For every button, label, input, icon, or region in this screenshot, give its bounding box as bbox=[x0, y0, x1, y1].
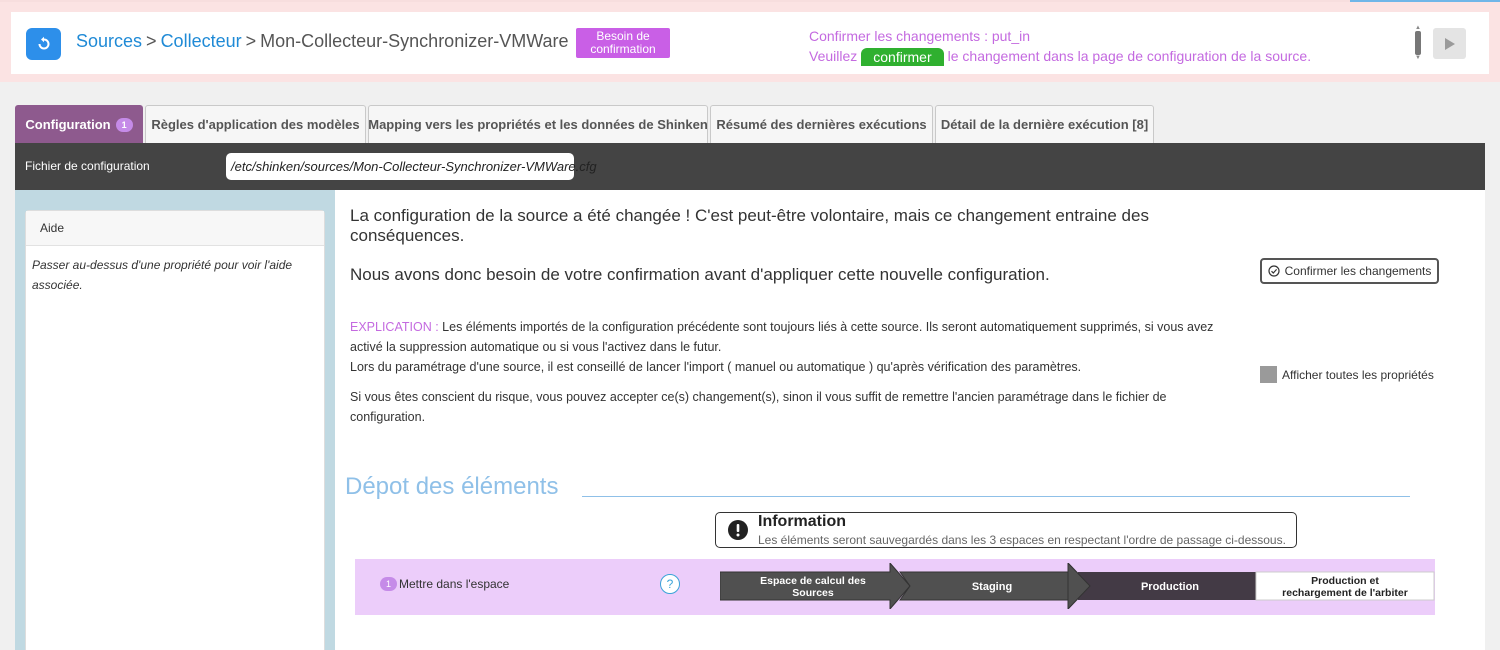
show-all-label: Afficher toutes les propriétés bbox=[1282, 367, 1434, 382]
put-in-space-label: Mettre dans l'espace bbox=[399, 577, 510, 591]
config-file-label: Fichier de configuration bbox=[25, 159, 150, 173]
need-confirmation-text: Nous avons donc besoin de votre confirma… bbox=[350, 265, 1050, 284]
change-warning: La configuration de la source a été chan… bbox=[350, 206, 1149, 245]
space-steps: Espace de calcul des Sources Staging Pro… bbox=[719, 561, 1435, 611]
explanation-block: EXPLICATION : Les éléments importés de l… bbox=[350, 317, 1230, 437]
tab-label: Configuration bbox=[25, 117, 111, 132]
help-panel: Aide Passer au-dessus d'une propriété po… bbox=[25, 210, 325, 650]
config-file-path: /etc/shinken/sources/Mon-Collecteur-Sync… bbox=[226, 153, 597, 180]
depot-section-title: Dépot des éléments bbox=[345, 473, 559, 500]
status-badge: Besoin de confirmation bbox=[576, 28, 670, 58]
tab-execution-summary[interactable]: Résumé des dernières exécutions bbox=[710, 105, 933, 143]
scroll-down-icon[interactable]: ▼ bbox=[1414, 55, 1422, 61]
information-box: Information Les éléments seront sauvegar… bbox=[715, 512, 1297, 548]
tab-label: Résumé des dernières exécutions bbox=[716, 117, 927, 132]
tab-configuration[interactable]: Configuration 1 bbox=[15, 105, 143, 143]
section-divider bbox=[582, 496, 1410, 497]
config-file-bar: Fichier de configuration /etc/shinken/so… bbox=[15, 143, 1485, 190]
notice-line2-before: Veuillez bbox=[809, 48, 858, 64]
notice-line1: Confirmer les changements : put_in bbox=[809, 28, 1030, 44]
step-label: Production bbox=[1141, 581, 1199, 593]
header-bar: Sources > Collecteur > Mon-Collecteur-Synchr… bbox=[11, 12, 1489, 74]
step-label: Espace de calcul des bbox=[760, 575, 866, 587]
information-text: Les éléments seront sauvegardés dans les… bbox=[758, 533, 1286, 547]
confirm-button[interactable]: confirmer bbox=[861, 48, 944, 67]
breadcrumb-separator: > bbox=[245, 31, 257, 51]
confirm-changes-button[interactable]: Confirmer les changements bbox=[1260, 258, 1439, 284]
tab-count-badge: 1 bbox=[115, 117, 133, 132]
confirmation-notice: Confirmer les changements : put_in Veuil… bbox=[809, 26, 1312, 67]
notice-line2-after: le changement dans la page de configurat… bbox=[947, 48, 1312, 64]
notice-scrollbar[interactable]: ▲ ▼ bbox=[1414, 25, 1422, 61]
step-label: rechargement de l'arbiter bbox=[1282, 587, 1408, 599]
tab-label: Mapping vers les propriétés et les donné… bbox=[368, 117, 708, 132]
tab-label: Règles d'application des modèles bbox=[151, 117, 360, 132]
breadcrumb: Sources > Collecteur > Mon-Collecteur-Synchr… bbox=[76, 31, 569, 52]
check-circle-icon bbox=[1268, 265, 1280, 277]
show-all-checkbox[interactable] bbox=[1260, 366, 1277, 383]
risk-text: Si vous êtes conscient du risque, vous p… bbox=[350, 390, 1167, 424]
explanation-label: EXPLICATION : bbox=[350, 320, 439, 334]
step-label: Staging bbox=[972, 581, 1012, 593]
step-label: Production et bbox=[1311, 575, 1379, 587]
tab-label: Détail de la dernière exécution [8] bbox=[940, 117, 1149, 132]
tab-last-execution-detail[interactable]: Détail de la dernière exécution [8] bbox=[935, 105, 1154, 143]
put-in-space-row: 1 Mettre dans l'espace ? Espace de calcu… bbox=[355, 559, 1435, 615]
breadcrumb-sources-link[interactable]: Sources bbox=[76, 31, 142, 51]
help-panel-title: Aide bbox=[26, 211, 324, 246]
reload-button[interactable] bbox=[26, 28, 61, 60]
help-icon[interactable]: ? bbox=[660, 574, 680, 594]
breadcrumb-current: Mon-Collecteur-Synchronizer-VMWare bbox=[260, 31, 569, 51]
explanation-text: Les éléments importés de la configuratio… bbox=[350, 320, 1214, 354]
main-content: La configuration de la source a été chan… bbox=[335, 190, 1485, 650]
row-number-badge: 1 bbox=[380, 577, 397, 591]
refresh-icon bbox=[38, 36, 49, 50]
header-wrap: Sources > Collecteur > Mon-Collecteur-Synchr… bbox=[0, 2, 1500, 82]
tab-model-rules[interactable]: Règles d'application des modèles bbox=[145, 105, 366, 143]
explanation-line2: Lors du paramétrage d'une source, il est… bbox=[350, 360, 1082, 374]
breadcrumb-separator: > bbox=[146, 31, 157, 51]
play-icon bbox=[1444, 37, 1455, 50]
run-button[interactable] bbox=[1433, 28, 1466, 59]
show-all-properties-toggle[interactable]: Afficher toutes les propriétés bbox=[1260, 366, 1434, 383]
tab-mapping[interactable]: Mapping vers les propriétés et les donné… bbox=[368, 105, 708, 143]
information-title: Information bbox=[758, 513, 846, 530]
exclamation-icon bbox=[728, 520, 748, 540]
help-panel-body: Passer au-dessus d'une propriété pour vo… bbox=[32, 258, 293, 292]
confirm-changes-label: Confirmer les changements bbox=[1284, 264, 1432, 278]
scrollbar-thumb[interactable] bbox=[1415, 31, 1421, 55]
breadcrumb-collector-link[interactable]: Collecteur bbox=[161, 31, 242, 51]
step-label: Sources bbox=[792, 587, 834, 599]
left-sidebar: Aide Passer au-dessus d'une propriété po… bbox=[15, 190, 335, 650]
